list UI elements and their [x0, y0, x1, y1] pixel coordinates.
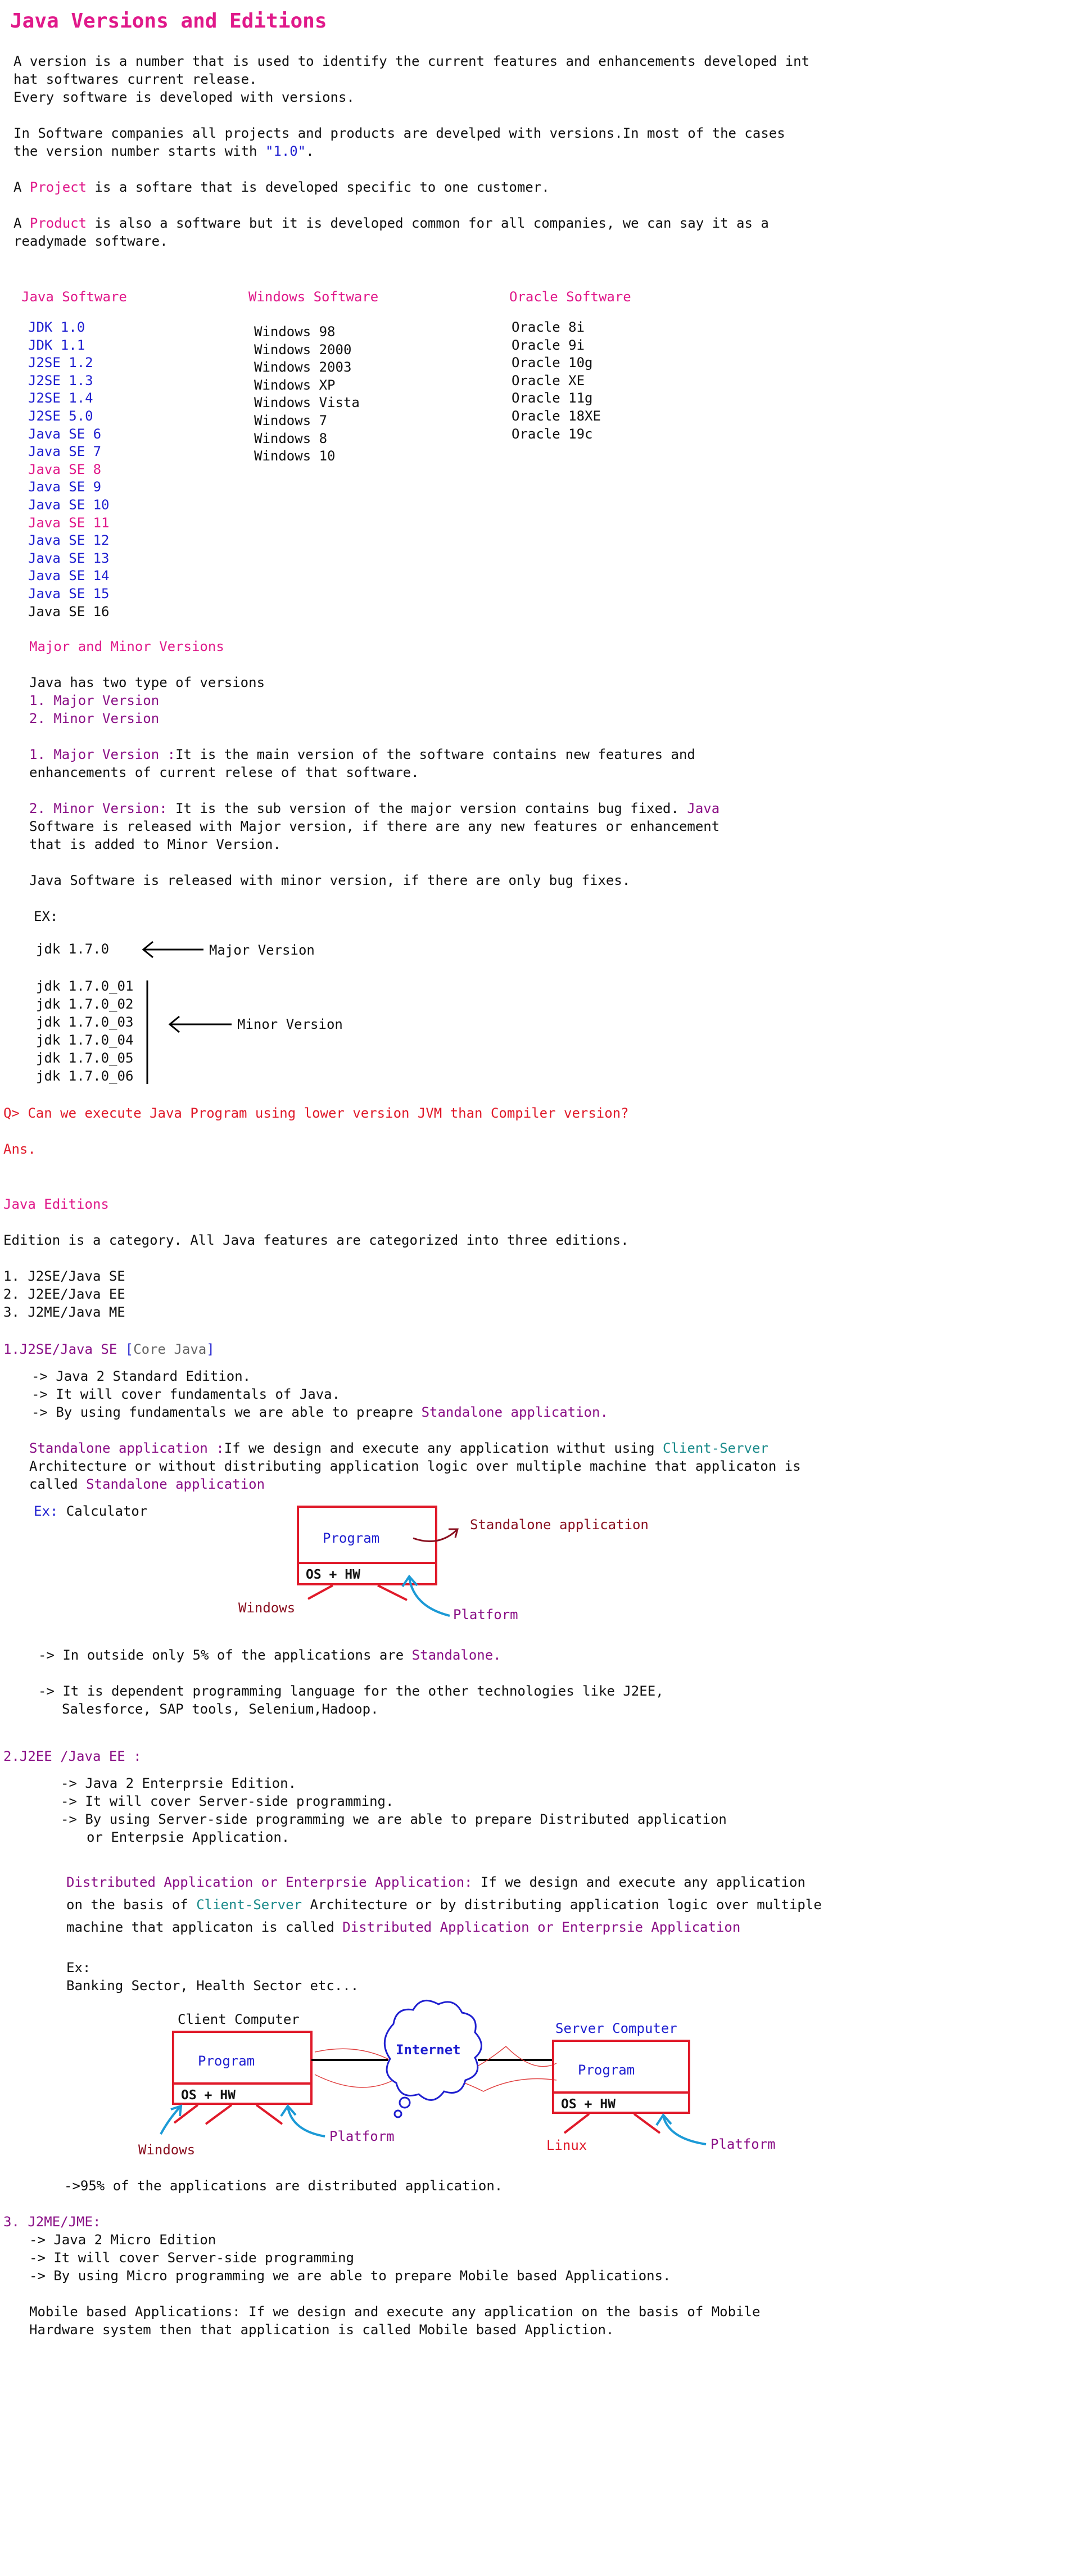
platform-arrow [662, 2116, 707, 2145]
windows-label: Windows [138, 2142, 195, 2158]
j2ee-example: Banking Sector, Health Sector etc... [66, 1978, 359, 1994]
text: Architecture or by distributing applicat… [302, 1897, 822, 1913]
client-server-term: Client-Server [196, 1897, 302, 1913]
internet-label: Internet [396, 2042, 461, 2058]
client-os-hw-label: OS + HW [181, 2088, 236, 2103]
distributed-term: Distributed Application or Enterprsie Ap… [342, 1919, 741, 1935]
cloud-bubble [393, 2109, 402, 2118]
j2ee-bullet: -> It will cover Server-side programming… [61, 1793, 394, 1809]
leg [633, 2113, 661, 2134]
j2se-note: Salesforce, SAP tools, Selenium,Hadoop. [62, 1701, 379, 1717]
text: -> In outside only 5% of the application… [38, 1647, 412, 1663]
platform-label: Platform [329, 2128, 395, 2144]
text: on the basis of [66, 1897, 197, 1913]
platform-label: Platform [711, 2136, 776, 2152]
j2ee-note: ->95% of the applications are distribute… [64, 2178, 503, 2194]
leg [255, 2104, 283, 2125]
server-computer-label: Server Computer [555, 2021, 677, 2036]
leg [563, 2113, 590, 2134]
server-program-label: Program [578, 2062, 635, 2078]
j2ee-bullet: or Enterpsie Application. [87, 1829, 290, 1845]
j2ee-heading: 2.J2EE /Java EE : [3, 1748, 142, 1764]
j2ee-example-label: Ex: [66, 1960, 91, 1976]
distributed-diagram: Client Computer Program OS + HW Internet… [138, 1999, 776, 2158]
j2se-note: -> It is dependent programming language … [38, 1683, 664, 1699]
leg [205, 2104, 233, 2125]
j2ee-bullet: -> By using Server-side programming we a… [61, 1811, 727, 1827]
mobile-definition: Mobile based Applications: If we design … [29, 2304, 761, 2320]
distributed-definition: Distributed Application or Enterprsie Ap… [66, 1873, 805, 1891]
standalone-arrow [413, 1529, 458, 1542]
platform-label: Platform [453, 1607, 518, 1623]
distributed-label: Distributed Application or Enterprsie Ap… [66, 1874, 473, 1890]
j2me-bullet: -> Java 2 Micro Edition [29, 2232, 216, 2248]
j2ee-bullet: -> Java 2 Enterprsie Edition. [61, 1775, 297, 1791]
distributed-definition-line2: on the basis of Client-Server Architectu… [66, 1896, 822, 1914]
program-label: Program [323, 1530, 379, 1546]
j2se-note: -> In outside only 5% of the application… [38, 1646, 501, 1664]
mobile-definition-line2: Hardware system then that application is… [29, 2322, 614, 2338]
windows-label: Windows [238, 1600, 295, 1616]
distributed-definition-line3: machine that applicaton is called Distri… [66, 1918, 740, 1936]
standalone-diagram: Program OS + HW Standalone application W… [238, 1506, 649, 1623]
client-program-label: Program [198, 2053, 255, 2069]
j2me-bullet: -> By using Micro programming we are abl… [29, 2268, 671, 2284]
j2me-bullet: -> It will cover Server-side programming [29, 2250, 354, 2266]
linux-label: Linux [546, 2137, 587, 2153]
leg [307, 1584, 333, 1600]
text: machine that applicaton is called [66, 1919, 343, 1935]
text: If we design and execute any application [472, 1874, 805, 1890]
server-os-hw-label: OS + HW [561, 2097, 616, 2112]
j2me-heading: 3. J2ME/JME: [3, 2214, 101, 2230]
cloud-bubble [399, 2096, 411, 2109]
client-computer-label: Client Computer [178, 2012, 300, 2027]
leg [377, 1584, 408, 1601]
standalone-diagram-label: Standalone application [470, 1517, 649, 1533]
os-hw-label: OS + HW [306, 1567, 360, 1582]
standalone-term: Standalone. [411, 1647, 501, 1663]
